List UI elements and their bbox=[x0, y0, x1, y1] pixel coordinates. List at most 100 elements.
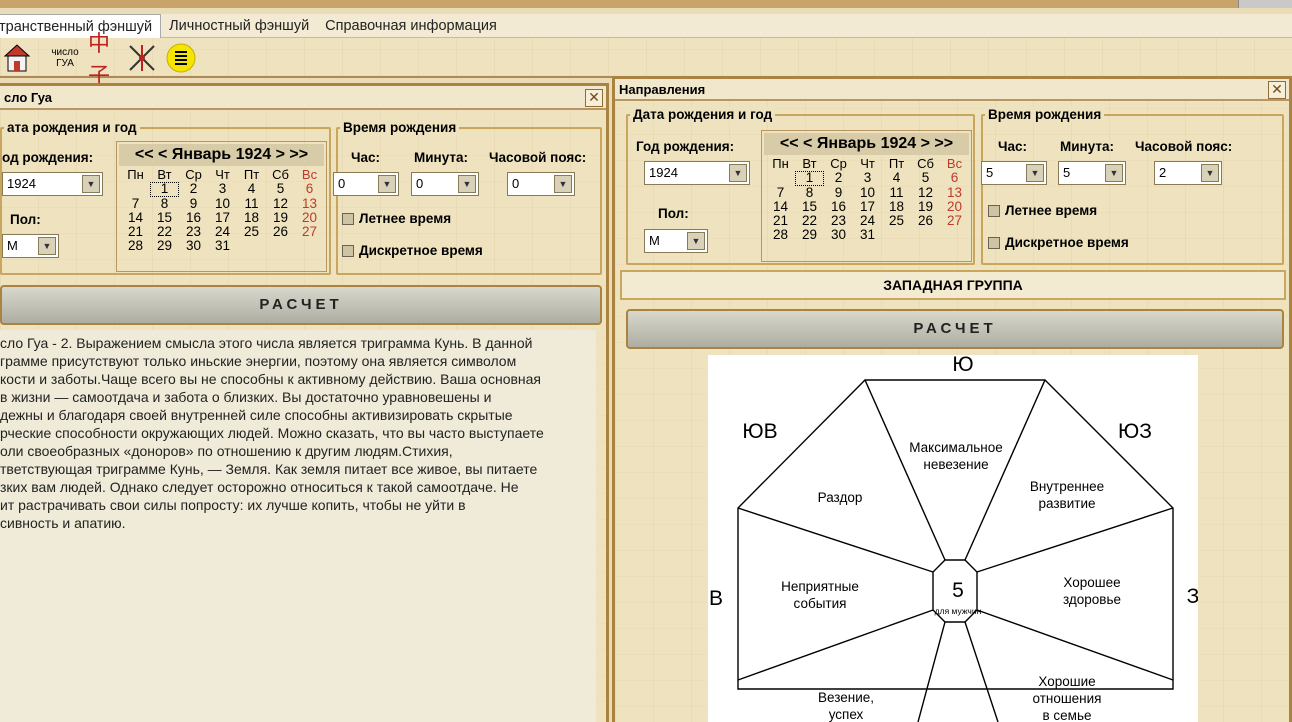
chevron-down-icon[interactable]: ▼ bbox=[378, 175, 396, 193]
chevron-down-icon[interactable]: ▼ bbox=[687, 232, 705, 250]
calendar-day[interactable]: 25 bbox=[882, 213, 911, 228]
calendar-day[interactable]: 13 bbox=[295, 196, 324, 211]
calendar-day[interactable]: 9 bbox=[824, 185, 853, 200]
calendar-day[interactable]: 19 bbox=[911, 199, 940, 214]
calendar-day[interactable]: 27 bbox=[295, 224, 324, 239]
sex-select[interactable]: М ▼ bbox=[644, 229, 708, 253]
calendar-day[interactable]: 27 bbox=[940, 213, 969, 228]
calendar-day[interactable]: 6 bbox=[940, 170, 969, 185]
chevron-down-icon[interactable]: ▼ bbox=[729, 164, 747, 182]
menu-spatial-fengshui[interactable]: транственный фэншуй bbox=[0, 13, 162, 38]
birth-year-select[interactable]: 1924 ▼ bbox=[2, 172, 103, 196]
calendar-day[interactable]: 3 bbox=[208, 181, 237, 196]
calendar-day[interactable]: 4 bbox=[237, 181, 266, 196]
calculate-button[interactable]: РАСЧЕТ bbox=[0, 285, 602, 325]
calendar-day[interactable]: 28 bbox=[121, 239, 150, 254]
chevron-down-icon[interactable]: ▼ bbox=[1201, 164, 1219, 182]
calendar-day[interactable]: 13 bbox=[940, 185, 969, 200]
calendar-day[interactable]: 11 bbox=[237, 196, 266, 211]
discrete-time-checkbox[interactable]: Дискретное время bbox=[988, 235, 1129, 250]
calendar-day[interactable]: 12 bbox=[911, 185, 940, 200]
calendar-day[interactable]: 7 bbox=[121, 196, 150, 211]
calendar-day[interactable]: 7 bbox=[766, 185, 795, 200]
checkbox-box[interactable] bbox=[988, 236, 1000, 249]
birth-year-select[interactable]: 1924 ▼ bbox=[644, 161, 750, 185]
checkbox-box[interactable] bbox=[342, 244, 354, 257]
close-icon[interactable]: ✕ bbox=[585, 89, 603, 107]
calendar-day[interactable]: 29 bbox=[795, 228, 824, 243]
calendar-day[interactable]: 15 bbox=[150, 210, 179, 225]
checkbox-box[interactable] bbox=[342, 212, 354, 225]
chevron-down-icon[interactable]: ▼ bbox=[458, 175, 476, 193]
checkbox-box[interactable] bbox=[988, 204, 1000, 217]
chevron-down-icon[interactable]: ▼ bbox=[554, 175, 572, 193]
calendar-day[interactable]: 31 bbox=[853, 228, 882, 243]
window-controls[interactable] bbox=[1238, 0, 1292, 8]
menu-reference[interactable]: Справочная информация bbox=[317, 14, 505, 38]
calendar-day[interactable]: 16 bbox=[824, 199, 853, 214]
calendar-day[interactable]: 1 bbox=[150, 181, 179, 197]
calendar-day[interactable]: 18 bbox=[237, 210, 266, 225]
calendar-day[interactable]: 22 bbox=[150, 224, 179, 239]
calendar-day[interactable]: 24 bbox=[853, 213, 882, 228]
sex-select[interactable]: М ▼ bbox=[2, 234, 59, 258]
calendar-day[interactable]: 26 bbox=[266, 224, 295, 239]
calendar-day[interactable]: 28 bbox=[766, 228, 795, 243]
calendar-day[interactable]: 23 bbox=[824, 213, 853, 228]
minute-select[interactable]: 0 ▼ bbox=[411, 172, 479, 196]
calendar-day[interactable]: 11 bbox=[882, 185, 911, 200]
chevron-down-icon[interactable]: ▼ bbox=[38, 237, 56, 255]
home-icon[interactable] bbox=[2, 42, 32, 74]
hour-select[interactable]: 0 ▼ bbox=[333, 172, 399, 196]
chevron-down-icon[interactable]: ▼ bbox=[1026, 164, 1044, 182]
calendar-day[interactable]: 26 bbox=[911, 213, 940, 228]
hour-select[interactable]: 5 ▼ bbox=[981, 161, 1047, 185]
calendar-day[interactable]: 14 bbox=[121, 210, 150, 225]
calendar-day[interactable]: 18 bbox=[882, 199, 911, 214]
calendar-day[interactable]: 20 bbox=[295, 210, 324, 225]
calendar-day[interactable]: 30 bbox=[824, 228, 853, 243]
calendar-day[interactable]: 22 bbox=[795, 213, 824, 228]
calendar-day[interactable]: 5 bbox=[911, 170, 940, 185]
calendar-day[interactable]: 25 bbox=[237, 224, 266, 239]
gua-number-button[interactable]: число ГУА bbox=[46, 42, 84, 74]
calendar-day[interactable]: 30 bbox=[179, 239, 208, 254]
calendar-day[interactable]: 29 bbox=[150, 239, 179, 254]
calendar-day[interactable]: 17 bbox=[208, 210, 237, 225]
calendar-day[interactable]: 4 bbox=[882, 170, 911, 185]
calendar-day[interactable]: 3 bbox=[853, 170, 882, 185]
calendar-day[interactable]: 2 bbox=[179, 181, 208, 196]
calendar-day[interactable]: 21 bbox=[766, 213, 795, 228]
timezone-select[interactable]: 2 ▼ bbox=[1154, 161, 1222, 185]
minute-select[interactable]: 5 ▼ bbox=[1058, 161, 1126, 185]
calendar-day[interactable]: 10 bbox=[208, 196, 237, 211]
timezone-select[interactable]: 0 ▼ bbox=[507, 172, 575, 196]
calendar-day[interactable]: 31 bbox=[208, 239, 237, 254]
calendar-day[interactable]: 2 bbox=[824, 170, 853, 185]
summer-time-checkbox[interactable]: Летнее время bbox=[342, 211, 451, 226]
calendar-day[interactable]: 14 bbox=[766, 199, 795, 214]
calculate-button[interactable]: РАСЧЕТ bbox=[626, 309, 1284, 349]
calendar-nav[interactable]: << < Январь 1924 > >> bbox=[119, 144, 324, 166]
calendar-day[interactable]: 12 bbox=[266, 196, 295, 211]
calendar-day[interactable]: 20 bbox=[940, 199, 969, 214]
calendar-day[interactable]: 1 bbox=[795, 170, 824, 186]
calendar-day[interactable]: 15 bbox=[795, 199, 824, 214]
calendar-day[interactable]: 9 bbox=[179, 196, 208, 211]
chevron-down-icon[interactable]: ▼ bbox=[1105, 164, 1123, 182]
calendar-day[interactable]: 17 bbox=[853, 199, 882, 214]
chevron-down-icon[interactable]: ▼ bbox=[82, 175, 100, 193]
hanzi-icon[interactable]: 中子 bbox=[88, 31, 120, 88]
calendar-day[interactable]: 5 bbox=[266, 181, 295, 196]
calendar-nav[interactable]: << < Январь 1924 > >> bbox=[764, 133, 969, 155]
calendar-day[interactable]: 21 bbox=[121, 224, 150, 239]
discrete-time-checkbox[interactable]: Дискретное время bbox=[342, 243, 483, 258]
calendar-day[interactable]: 23 bbox=[179, 224, 208, 239]
compass-arrows-icon[interactable] bbox=[126, 42, 158, 74]
list-icon[interactable] bbox=[164, 42, 198, 74]
close-icon[interactable]: ✕ bbox=[1268, 81, 1286, 99]
calendar-day[interactable]: 16 bbox=[179, 210, 208, 225]
calendar-day[interactable]: 6 bbox=[295, 181, 324, 196]
calendar-day[interactable]: 19 bbox=[266, 210, 295, 225]
calendar-day[interactable]: 8 bbox=[150, 196, 179, 211]
